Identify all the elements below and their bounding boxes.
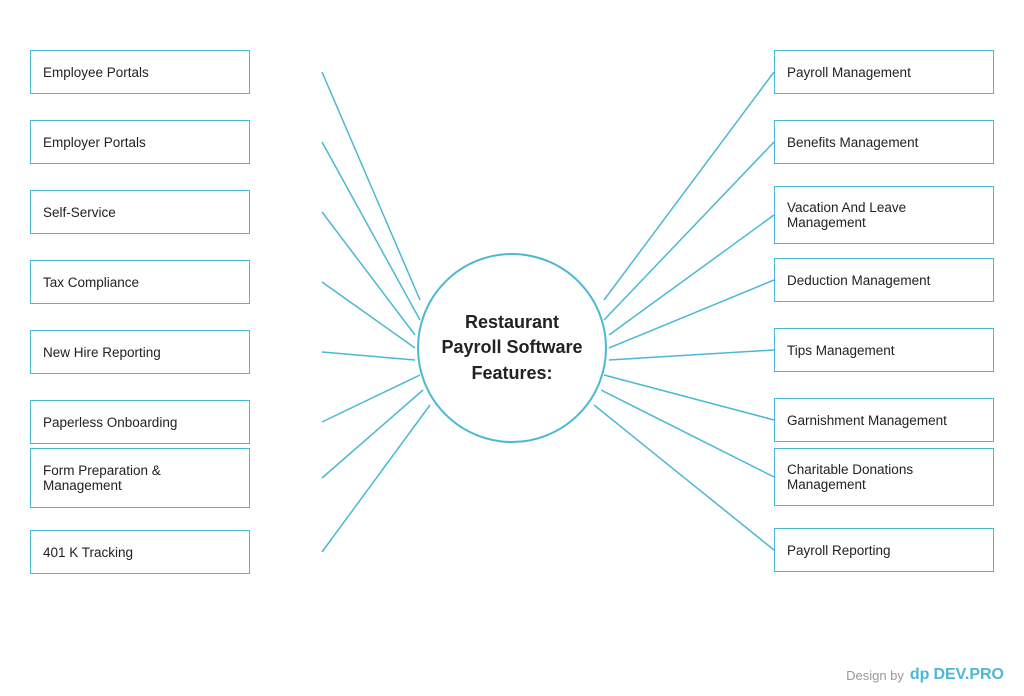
center-text: Restaurant Payroll Software Features: [431, 300, 592, 396]
feature-box-l6: Paperless Onboarding [30, 400, 250, 444]
diagram-container: Restaurant Payroll Software Features: Em… [0, 0, 1024, 696]
devpro-logo: dp DEV.PRO [910, 666, 1004, 684]
feature-box-l5: New Hire Reporting [30, 330, 250, 374]
feature-box-r6: Garnishment Management [774, 398, 994, 442]
feature-box-r3: Vacation And Leave Management [774, 186, 994, 244]
feature-box-l3: Self-Service [30, 190, 250, 234]
devpro-text: DEV.PRO [933, 666, 1004, 684]
design-by-label: Design by [846, 668, 904, 683]
feature-box-r5: Tips Management [774, 328, 994, 372]
feature-box-r4: Deduction Management [774, 258, 994, 302]
feature-box-l2: Employer Portals [30, 120, 250, 164]
feature-box-l8: 401 K Tracking [30, 530, 250, 574]
feature-box-l1: Employee Portals [30, 50, 250, 94]
feature-box-r1: Payroll Management [774, 50, 994, 94]
feature-box-l7: Form Preparation & Management [30, 448, 250, 508]
center-circle: Restaurant Payroll Software Features: [417, 253, 607, 443]
footer: Design by dp DEV.PRO [846, 666, 1004, 684]
feature-box-r2: Benefits Management [774, 120, 994, 164]
feature-box-r7: Charitable Donations Management [774, 448, 994, 506]
devpro-dp-icon: dp [910, 666, 930, 684]
feature-box-r8: Payroll Reporting [774, 528, 994, 572]
feature-box-l4: Tax Compliance [30, 260, 250, 304]
